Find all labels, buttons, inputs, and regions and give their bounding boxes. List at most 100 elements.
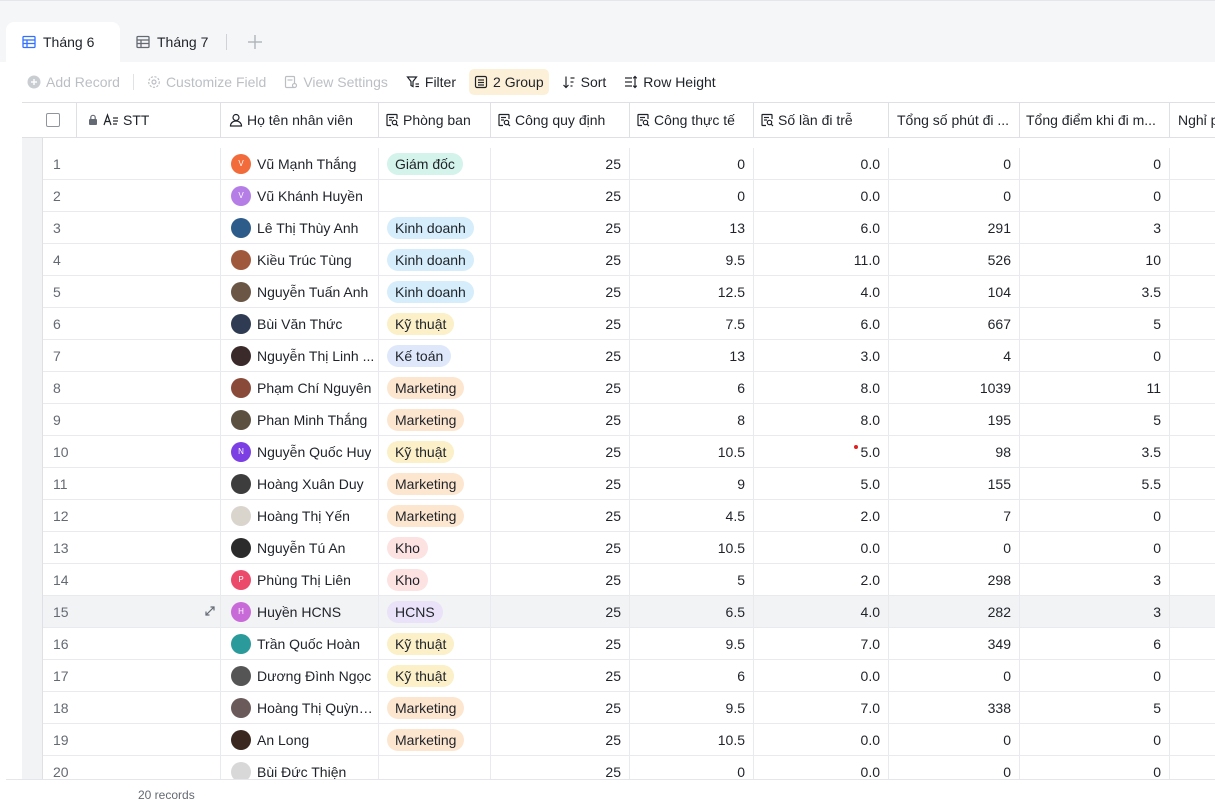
tab-thang-7[interactable]: Tháng 7 <box>120 22 222 62</box>
cell-so-lan-di-tre[interactable]: 0.0 <box>754 756 889 779</box>
cell-cong-thuc-te[interactable]: 6.5 <box>630 596 754 627</box>
cell-dept[interactable]: Kho <box>379 564 491 595</box>
cell-tong-so-phut[interactable]: 282 <box>889 596 1020 627</box>
cell-name[interactable]: Nguyễn Tú An <box>221 532 379 563</box>
cell-tong-so-phut[interactable]: 1039 <box>889 372 1020 403</box>
table-row[interactable]: 15 H Huyền HCNS HCNS 25 6.5 4.0 282 3 <box>43 596 1215 628</box>
cell-cong-thuc-te[interactable]: 6 <box>630 660 754 691</box>
cell-cong-thuc-te[interactable]: 9 <box>630 468 754 499</box>
cell-cong-thuc-te[interactable]: 10.5 <box>630 724 754 755</box>
cell-name[interactable]: Hoàng Thị Yến <box>221 500 379 531</box>
column-header-ho-ten[interactable]: Họ tên nhân viên <box>221 103 379 137</box>
cell-cong-quy-dinh[interactable]: 25 <box>491 372 630 403</box>
cell-stt[interactable]: 2 <box>43 180 221 211</box>
column-header-cong-quy-dinh[interactable]: Công quy định <box>491 103 630 137</box>
cell-name[interactable]: Trần Quốc Hoàn <box>221 628 379 659</box>
add-tab-button[interactable] <box>245 32 265 52</box>
cell-cong-quy-dinh[interactable]: 25 <box>491 276 630 307</box>
table-row[interactable]: 8 Phạm Chí Nguyên Marketing 25 6 8.0 1039 11 <box>43 372 1215 404</box>
cell-cong-quy-dinh[interactable]: 25 <box>491 692 630 723</box>
cell-cong-thuc-te[interactable]: 0 <box>630 148 754 179</box>
cell-so-lan-di-tre[interactable]: 7.0 <box>754 692 889 723</box>
cell-tong-so-phut[interactable]: 526 <box>889 244 1020 275</box>
cell-so-lan-di-tre[interactable]: 8.0 <box>754 372 889 403</box>
cell-name[interactable]: Nguyễn Thị Linh ... <box>221 340 379 371</box>
cell-so-lan-di-tre[interactable]: 0.0 <box>754 660 889 691</box>
cell-tong-diem[interactable]: 0 <box>1020 148 1170 179</box>
cell-cong-quy-dinh[interactable]: 25 <box>491 308 630 339</box>
cell-nghi-phep[interactable] <box>1170 148 1215 179</box>
cell-stt[interactable]: 6 <box>43 308 221 339</box>
cell-name[interactable]: Phan Minh Thắng <box>221 404 379 435</box>
cell-so-lan-di-tre[interactable]: 5.0 <box>754 436 889 467</box>
customize-field-button[interactable]: Customize Field <box>142 69 271 95</box>
cell-cong-quy-dinh[interactable]: 25 <box>491 212 630 243</box>
cell-tong-so-phut[interactable]: 155 <box>889 468 1020 499</box>
cell-cong-quy-dinh[interactable]: 25 <box>491 404 630 435</box>
cell-tong-diem[interactable]: 0 <box>1020 340 1170 371</box>
cell-tong-so-phut[interactable]: 0 <box>889 148 1020 179</box>
cell-nghi-phep[interactable] <box>1170 532 1215 563</box>
table-row[interactable]: 11 Hoàng Xuân Duy Marketing 25 9 5.0 155 5.5 <box>43 468 1215 500</box>
cell-cong-quy-dinh[interactable]: 25 <box>491 596 630 627</box>
cell-stt[interactable]: 15 <box>43 596 221 627</box>
cell-so-lan-di-tre[interactable]: 7.0 <box>754 628 889 659</box>
cell-cong-quy-dinh[interactable]: 25 <box>491 500 630 531</box>
table-row[interactable]: 19 An Long Marketing 25 10.5 0.0 0 0 <box>43 724 1215 756</box>
cell-stt[interactable]: 11 <box>43 468 221 499</box>
cell-tong-diem[interactable]: 0 <box>1020 724 1170 755</box>
cell-so-lan-di-tre[interactable]: 8.0 <box>754 404 889 435</box>
cell-so-lan-di-tre[interactable]: 2.0 <box>754 564 889 595</box>
cell-tong-diem[interactable]: 3 <box>1020 596 1170 627</box>
cell-tong-so-phut[interactable]: 667 <box>889 308 1020 339</box>
cell-nghi-phep[interactable] <box>1170 468 1215 499</box>
cell-stt[interactable]: 7 <box>43 340 221 371</box>
cell-stt[interactable]: 18 <box>43 692 221 723</box>
cell-dept[interactable]: Kinh doanh <box>379 244 491 275</box>
cell-cong-thuc-te[interactable]: 4.5 <box>630 500 754 531</box>
cell-tong-diem[interactable]: 6 <box>1020 628 1170 659</box>
table-row[interactable]: 4 Kiều Trúc Tùng Kinh doanh 25 9.5 11.0 526 10 <box>43 244 1215 276</box>
cell-nghi-phep[interactable] <box>1170 724 1215 755</box>
table-row[interactable]: 6 Bùi Văn Thức Kỹ thuật 25 7.5 6.0 667 5 <box>43 308 1215 340</box>
cell-so-lan-di-tre[interactable]: 4.0 <box>754 596 889 627</box>
cell-tong-so-phut[interactable]: 98 <box>889 436 1020 467</box>
cell-tong-diem[interactable]: 5 <box>1020 692 1170 723</box>
cell-nghi-phep[interactable] <box>1170 596 1215 627</box>
column-header-tong-so-phut[interactable]: Tổng số phút đi ... <box>889 103 1020 137</box>
cell-dept[interactable]: Marketing <box>379 724 491 755</box>
table-row[interactable]: 9 Phan Minh Thắng Marketing 25 8 8.0 195 5 <box>43 404 1215 436</box>
cell-cong-quy-dinh[interactable]: 25 <box>491 468 630 499</box>
table-row[interactable]: 14 P Phùng Thị Liên Kho 25 5 2.0 298 3 <box>43 564 1215 596</box>
cell-tong-so-phut[interactable]: 349 <box>889 628 1020 659</box>
cell-dept[interactable] <box>379 180 491 211</box>
cell-dept[interactable]: Marketing <box>379 692 491 723</box>
cell-so-lan-di-tre[interactable]: 4.0 <box>754 276 889 307</box>
cell-dept[interactable]: Marketing <box>379 372 491 403</box>
cell-tong-so-phut[interactable]: 0 <box>889 756 1020 779</box>
cell-dept[interactable]: Kỹ thuật <box>379 308 491 339</box>
cell-tong-so-phut[interactable]: 7 <box>889 500 1020 531</box>
cell-stt[interactable]: 14 <box>43 564 221 595</box>
cell-dept[interactable]: Kinh doanh <box>379 212 491 243</box>
select-all-checkbox[interactable] <box>46 113 60 127</box>
cell-so-lan-di-tre[interactable]: 2.0 <box>754 500 889 531</box>
cell-tong-diem[interactable]: 10 <box>1020 244 1170 275</box>
cell-tong-diem[interactable]: 0 <box>1020 180 1170 211</box>
cell-stt[interactable]: 17 <box>43 660 221 691</box>
cell-dept[interactable] <box>379 756 491 779</box>
cell-name[interactable]: An Long <box>221 724 379 755</box>
cell-so-lan-di-tre[interactable]: 0.0 <box>754 724 889 755</box>
cell-stt[interactable]: 16 <box>43 628 221 659</box>
table-row[interactable]: 12 Hoàng Thị Yến Marketing 25 4.5 2.0 7 0 <box>43 500 1215 532</box>
table-row[interactable]: 10 N Nguyễn Quốc Huy Kỹ thuật 25 10.5 5.0 98 3.5 <box>43 436 1215 468</box>
expand-record-icon[interactable] <box>204 605 216 617</box>
cell-dept[interactable]: HCNS <box>379 596 491 627</box>
cell-stt[interactable]: 8 <box>43 372 221 403</box>
cell-name[interactable]: Bùi Văn Thức <box>221 308 379 339</box>
cell-tong-so-phut[interactable]: 104 <box>889 276 1020 307</box>
cell-cong-thuc-te[interactable]: 9.5 <box>630 628 754 659</box>
cell-tong-diem[interactable]: 0 <box>1020 500 1170 531</box>
cell-stt[interactable]: 20 <box>43 756 221 779</box>
cell-tong-diem[interactable]: 5.5 <box>1020 468 1170 499</box>
